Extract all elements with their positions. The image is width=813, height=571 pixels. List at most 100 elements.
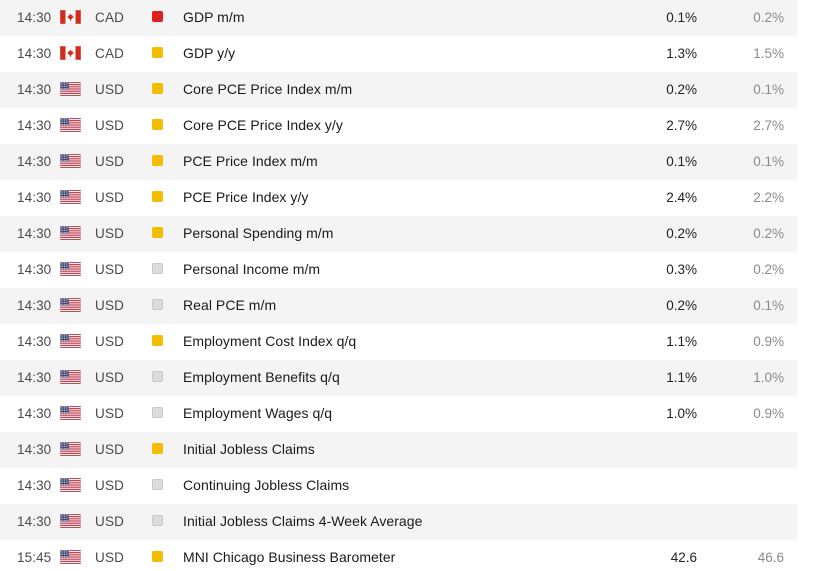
actual-value-cell: 1.1% — [618, 324, 710, 360]
calendar-event-row[interactable]: 14:30 USD Personal Income m/m 0.3% 0.2% — [0, 252, 797, 288]
event-title-cell[interactable]: Personal Spending m/m — [178, 216, 618, 252]
scroll-gutter[interactable] — [797, 0, 813, 571]
event-title-cell[interactable]: GDP y/y — [178, 36, 618, 72]
actual-value: 0.3% — [666, 262, 697, 277]
country-flag-cell — [60, 324, 90, 360]
country-flag-cell — [60, 252, 90, 288]
event-title-cell[interactable]: MNI Chicago Business Barometer — [178, 540, 618, 571]
event-title-cell[interactable]: Initial Jobless Claims — [178, 432, 618, 468]
calendar-event-row[interactable]: 14:30 USD PCE Price Index m/m 0.1% 0.1% — [0, 144, 797, 180]
event-title[interactable]: PCE Price Index y/y — [183, 189, 308, 205]
currency-code: USD — [95, 82, 125, 97]
forecast-value: 2.7% — [753, 118, 784, 133]
actual-value-cell: 2.7% — [618, 108, 710, 144]
actual-value: 1.3% — [666, 46, 697, 61]
event-title-cell[interactable]: Continuing Jobless Claims — [178, 468, 618, 504]
event-time-cell: 14:30 — [0, 324, 60, 360]
actual-value: 2.4% — [666, 190, 697, 205]
event-title[interactable]: Real PCE m/m — [183, 297, 276, 313]
event-title[interactable]: GDP m/m — [183, 9, 245, 25]
event-title[interactable]: GDP y/y — [183, 45, 235, 61]
impact-medium-icon — [152, 155, 163, 167]
currency-cell: USD — [90, 468, 150, 504]
country-flag-cell — [60, 0, 90, 36]
calendar-event-row[interactable]: 14:30 USD Personal Spending m/m 0.2% 0.2% — [0, 216, 797, 252]
forecast-value-cell: 0.2% — [710, 0, 797, 36]
event-time-cell: 15:45 — [0, 540, 60, 571]
event-title-cell[interactable]: Core PCE Price Index m/m — [178, 72, 618, 108]
event-title[interactable]: Personal Spending m/m — [183, 225, 333, 241]
currency-cell: USD — [90, 216, 150, 252]
event-title-cell[interactable]: GDP m/m — [178, 0, 618, 36]
calendar-event-row[interactable]: 14:30 USD Core PCE Price Index y/y 2.7% 2.7% — [0, 108, 797, 144]
currency-code: USD — [95, 154, 125, 169]
event-title[interactable]: Personal Income m/m — [183, 261, 320, 277]
calendar-event-row[interactable]: 14:30 USD Real PCE m/m 0.2% 0.1% — [0, 288, 797, 324]
event-title[interactable]: Initial Jobless Claims 4-Week Average — [183, 513, 422, 529]
country-flag-cell — [60, 216, 90, 252]
forecast-value-cell: 0.2% — [710, 252, 797, 288]
event-title-cell[interactable]: PCE Price Index m/m — [178, 144, 618, 180]
calendar-event-row[interactable]: 14:30 USD Initial Jobless Claims — [0, 432, 797, 468]
country-flag-cell — [60, 180, 90, 216]
event-title-cell[interactable]: Personal Income m/m — [178, 252, 618, 288]
actual-value: 1.1% — [666, 370, 697, 385]
event-title[interactable]: Employment Cost Index q/q — [183, 333, 356, 349]
calendar-event-row[interactable]: 14:30 USD Initial Jobless Claims 4-Week Av… — [0, 504, 797, 540]
calendar-event-row[interactable]: 14:30 USD Continuing Jobless Claims — [0, 468, 797, 504]
impact-low-icon — [152, 479, 163, 491]
event-title-cell[interactable]: Initial Jobless Claims 4-Week Average — [178, 504, 618, 540]
event-time: 14:30 — [17, 190, 52, 205]
event-time: 14:30 — [17, 82, 52, 97]
calendar-event-row[interactable]: 14:30 USD PCE Price Index y/y 2.4% 2.2% — [0, 180, 797, 216]
calendar-event-row[interactable]: 14:30 USD Employment Wages q/q 1.0% 0.9% — [0, 396, 797, 432]
calendar-event-row[interactable]: 14:30 USD Employment Cost Index q/q 1.1% 0.9… — [0, 324, 797, 360]
calendar-event-row[interactable]: 14:30 CAD GDP m/m 0.1% 0.2% — [0, 0, 797, 36]
currency-code: USD — [95, 550, 125, 565]
currency-cell: USD — [90, 432, 150, 468]
event-time-cell: 14:30 — [0, 360, 60, 396]
event-title-cell[interactable]: Employment Benefits q/q — [178, 360, 618, 396]
event-time-cell: 14:30 — [0, 468, 60, 504]
event-time-cell: 14:30 — [0, 504, 60, 540]
event-time: 14:30 — [17, 262, 52, 277]
economic-calendar-body: 14:30 CAD GDP m/m 0.1% 0.2% 14:30 CAD GDP y/y 1.… — [0, 0, 797, 571]
forecast-value-cell — [710, 432, 797, 468]
event-title-cell[interactable]: PCE Price Index y/y — [178, 180, 618, 216]
event-title[interactable]: Continuing Jobless Claims — [183, 477, 349, 493]
calendar-event-row[interactable]: 15:45 USD MNI Chicago Business Barometer 42… — [0, 540, 797, 571]
actual-value: 2.7% — [666, 118, 697, 133]
event-title[interactable]: MNI Chicago Business Barometer — [183, 549, 395, 565]
currency-code: USD — [95, 442, 125, 457]
event-time: 14:30 — [17, 478, 52, 493]
event-title[interactable]: Core PCE Price Index y/y — [183, 117, 343, 133]
country-flag-cell — [60, 108, 90, 144]
currency-cell: USD — [90, 72, 150, 108]
calendar-event-row[interactable]: 14:30 USD Core PCE Price Index m/m 0.2% 0.1% — [0, 72, 797, 108]
event-title[interactable]: Core PCE Price Index m/m — [183, 81, 352, 97]
forecast-value-cell: 2.7% — [710, 108, 797, 144]
impact-high-icon — [152, 11, 163, 23]
event-time-cell: 14:30 — [0, 432, 60, 468]
event-title[interactable]: Employment Wages q/q — [183, 405, 332, 421]
event-title[interactable]: Employment Benefits q/q — [183, 369, 340, 385]
actual-value-cell — [618, 432, 710, 468]
calendar-event-row[interactable]: 14:30 CAD GDP y/y 1.3% 1.5% — [0, 36, 797, 72]
currency-code: USD — [95, 478, 125, 493]
event-title-cell[interactable]: Core PCE Price Index y/y — [178, 108, 618, 144]
impact-cell — [150, 432, 178, 468]
event-title-cell[interactable]: Employment Wages q/q — [178, 396, 618, 432]
actual-value: 1.1% — [666, 334, 697, 349]
event-time-cell: 14:30 — [0, 216, 60, 252]
forecast-value: 0.1% — [753, 82, 784, 97]
event-title[interactable]: PCE Price Index m/m — [183, 153, 318, 169]
calendar-event-row[interactable]: 14:30 USD Employment Benefits q/q 1.1% 1.0% — [0, 360, 797, 396]
event-title-cell[interactable]: Real PCE m/m — [178, 288, 618, 324]
impact-cell — [150, 144, 178, 180]
event-title[interactable]: Initial Jobless Claims — [183, 441, 315, 457]
event-title-cell[interactable]: Employment Cost Index q/q — [178, 324, 618, 360]
actual-value-cell: 1.0% — [618, 396, 710, 432]
forecast-value: 0.1% — [753, 154, 784, 169]
event-time: 14:30 — [17, 370, 52, 385]
country-flag-cell — [60, 144, 90, 180]
